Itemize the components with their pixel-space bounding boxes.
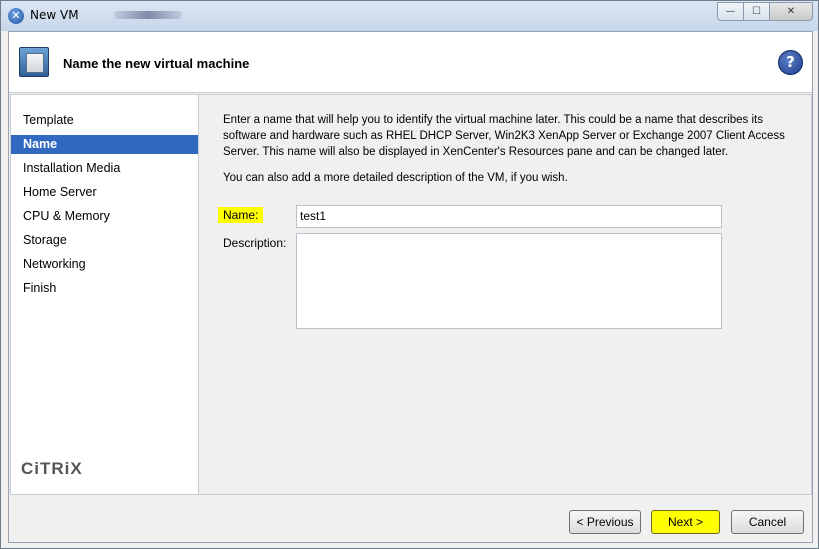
window-title: New VM	[30, 8, 79, 22]
minimize-button[interactable]: —	[717, 2, 744, 21]
xencenter-app-icon: ✕	[8, 8, 24, 24]
sidebar-item-networking[interactable]: Networking	[11, 255, 198, 274]
intro-text: Enter a name that will help you to ident…	[223, 114, 785, 158]
wizard-client-area: Name the new virtual machine ? Template …	[8, 31, 813, 543]
maximize-button[interactable]: ☐	[743, 2, 770, 21]
description-label: Description:	[223, 236, 287, 250]
sidebar-item-cpu-memory[interactable]: CPU & Memory	[11, 207, 198, 226]
sidebar-item-template[interactable]: Template	[11, 111, 198, 130]
page-title: Name the new virtual machine	[63, 56, 250, 71]
virtual-machine-icon	[19, 47, 49, 77]
citrix-logo: CiTRiX	[21, 459, 83, 478]
cancel-button[interactable]: Cancel	[731, 510, 804, 534]
name-label: Name:	[218, 207, 264, 223]
name-page-panel: Enter a name that will help you to ident…	[198, 94, 812, 495]
description-hint-text: You can also add a more detailed descrip…	[223, 172, 568, 184]
sidebar-item-name[interactable]: Name	[11, 135, 198, 154]
title-bar: ✕ New VM — ☐ ✕	[1, 1, 818, 31]
help-icon[interactable]: ?	[778, 50, 803, 75]
description-field[interactable]	[296, 233, 722, 329]
name-field[interactable]: test1	[296, 205, 722, 228]
wizard-steps-sidebar: Template Name Installation Media Home Se…	[10, 94, 199, 495]
sidebar-item-home-server[interactable]: Home Server	[11, 183, 198, 202]
next-button[interactable]: Next >	[651, 510, 720, 534]
new-vm-window: ✕ New VM — ☐ ✕ Name the new virtual mach…	[0, 0, 819, 549]
sidebar-item-finish[interactable]: Finish	[11, 279, 198, 298]
previous-button[interactable]: < Previous	[569, 510, 641, 534]
sidebar-item-installation-media[interactable]: Installation Media	[11, 159, 198, 178]
redacted-title-text	[114, 11, 182, 19]
wizard-header: Name the new virtual machine ?	[9, 32, 812, 93]
wizard-footer: < Previous Next > Cancel	[9, 495, 812, 542]
sidebar-item-storage[interactable]: Storage	[11, 231, 198, 250]
close-button[interactable]: ✕	[769, 2, 813, 21]
name-label-text: Name:	[218, 207, 264, 223]
